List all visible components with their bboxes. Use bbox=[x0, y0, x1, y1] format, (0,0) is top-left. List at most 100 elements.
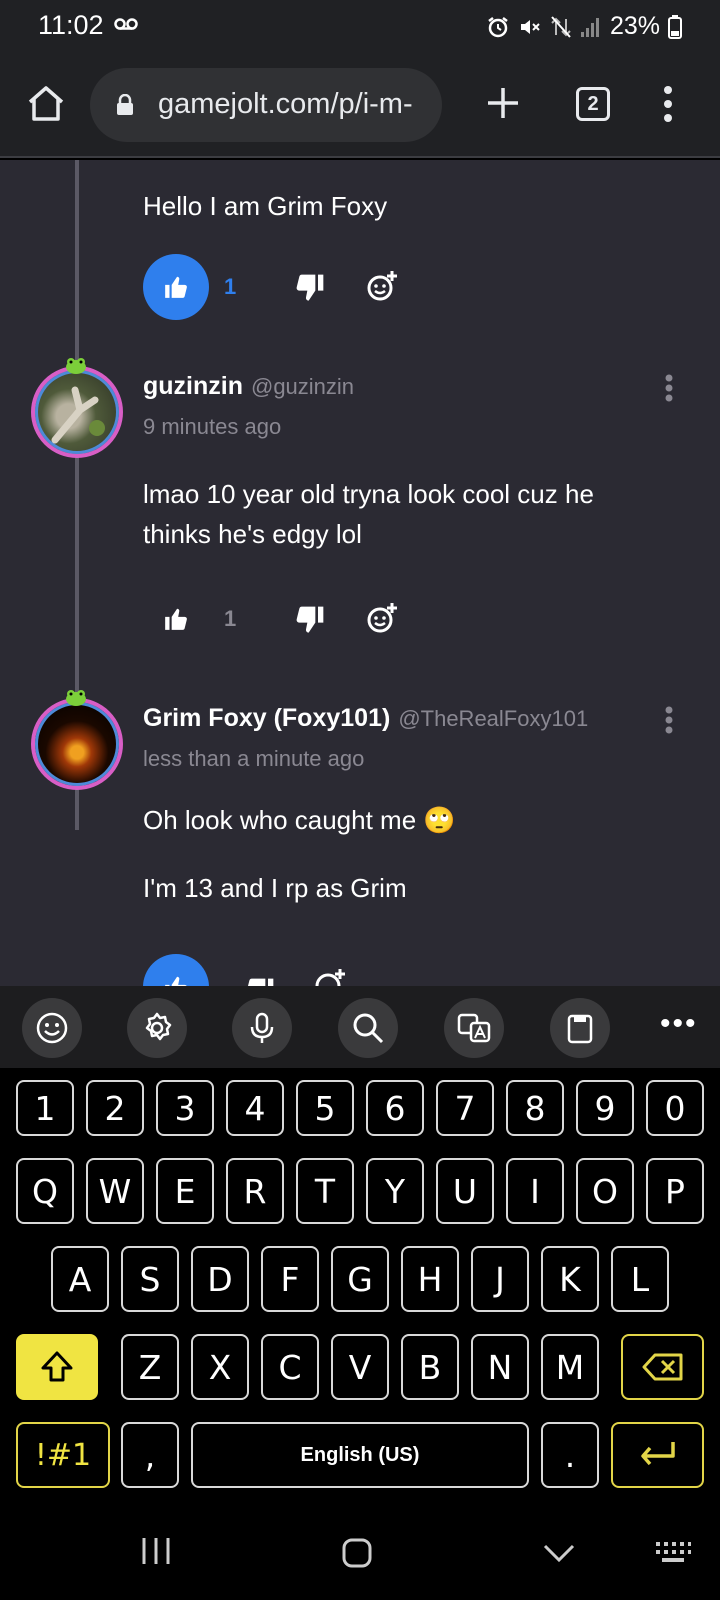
emoji-button[interactable] bbox=[22, 998, 82, 1058]
key-a[interactable]: A bbox=[51, 1246, 109, 1312]
thumbs-down-icon[interactable] bbox=[294, 604, 326, 636]
key-g[interactable]: G bbox=[331, 1246, 389, 1312]
key-s[interactable]: S bbox=[121, 1246, 179, 1312]
comment-paragraph: Oh look who caught me 🙄 bbox=[143, 805, 456, 835]
key-v[interactable]: V bbox=[331, 1334, 389, 1400]
key-7[interactable]: 7 bbox=[436, 1080, 494, 1136]
key-8[interactable]: 8 bbox=[506, 1080, 564, 1136]
comment-thread: Hello I am Grim Foxy 1 guzinzin @guzinzin… bbox=[0, 160, 720, 986]
key-i[interactable]: I bbox=[506, 1158, 564, 1224]
key-5[interactable]: 5 bbox=[296, 1080, 354, 1136]
key-o[interactable]: O bbox=[576, 1158, 634, 1224]
comma-key[interactable]: , bbox=[121, 1422, 179, 1488]
shift-icon bbox=[41, 1351, 73, 1382]
key-p[interactable]: P bbox=[646, 1158, 704, 1224]
keyboard: 1 2 3 4 5 6 7 8 9 0 Q W E R T Y U I O P … bbox=[0, 1068, 720, 1510]
key-t[interactable]: T bbox=[296, 1158, 354, 1224]
frog-icon bbox=[66, 358, 86, 374]
home-icon[interactable] bbox=[24, 82, 68, 126]
clipboard-icon bbox=[567, 1014, 593, 1044]
thumbs-down-icon[interactable] bbox=[244, 976, 276, 986]
add-reaction-icon[interactable] bbox=[366, 602, 398, 634]
new-tab-icon[interactable] bbox=[486, 86, 520, 120]
key-h[interactable]: H bbox=[401, 1246, 459, 1312]
comment-author[interactable]: guzinzin @guzinzin bbox=[143, 372, 354, 401]
voicemail-icon bbox=[114, 18, 138, 30]
comment-text: Hello I am Grim Foxy bbox=[143, 191, 388, 221]
search-button[interactable] bbox=[338, 998, 398, 1058]
key-f[interactable]: F bbox=[261, 1246, 319, 1312]
add-reaction-icon[interactable] bbox=[314, 968, 346, 986]
comment-text: lmao 10 year old tryna look cool cuz he … bbox=[143, 474, 594, 554]
thumbs-down-icon[interactable] bbox=[294, 272, 326, 304]
overflow-menu-icon[interactable] bbox=[660, 84, 676, 124]
like-button[interactable] bbox=[143, 954, 209, 986]
mute-icon bbox=[520, 19, 540, 34]
space-key[interactable]: English (US) bbox=[191, 1422, 529, 1488]
symbols-key[interactable]: !#1 bbox=[16, 1422, 110, 1488]
backspace-key[interactable] bbox=[621, 1334, 704, 1400]
key-u[interactable]: U bbox=[436, 1158, 494, 1224]
key-l[interactable]: L bbox=[611, 1246, 669, 1312]
like-button[interactable] bbox=[143, 586, 209, 652]
recent-apps-icon[interactable] bbox=[140, 1536, 172, 1566]
author-name[interactable]: guzinzin bbox=[143, 372, 243, 400]
author-name[interactable]: Grim Foxy (Foxy101) bbox=[143, 704, 390, 732]
keyboard-switch-icon[interactable] bbox=[654, 1540, 692, 1566]
comment-author[interactable]: Grim Foxy (Foxy101) @TheRealFoxy101 bbox=[143, 704, 588, 733]
key-4[interactable]: 4 bbox=[226, 1080, 284, 1136]
comment-line: thinks he's edgy lol bbox=[143, 519, 362, 549]
like-button[interactable] bbox=[143, 254, 209, 320]
data-off-icon bbox=[551, 15, 571, 38]
key-3[interactable]: 3 bbox=[156, 1080, 214, 1136]
backspace-icon bbox=[642, 1353, 682, 1381]
key-2[interactable]: 2 bbox=[86, 1080, 144, 1136]
shift-key[interactable] bbox=[16, 1334, 98, 1400]
clipboard-button[interactable] bbox=[550, 998, 610, 1058]
add-reaction-icon[interactable] bbox=[366, 270, 398, 302]
key-e[interactable]: E bbox=[156, 1158, 214, 1224]
tab-switcher-button[interactable]: 2 bbox=[576, 87, 610, 121]
key-m[interactable]: M bbox=[541, 1334, 599, 1400]
key-k[interactable]: K bbox=[541, 1246, 599, 1312]
comment-time: less than a minute ago bbox=[143, 746, 365, 771]
settings-icon bbox=[145, 1012, 172, 1041]
comment-options-icon[interactable] bbox=[664, 706, 674, 734]
enter-key[interactable] bbox=[611, 1422, 704, 1488]
key-d[interactable]: D bbox=[191, 1246, 249, 1312]
enter-icon bbox=[640, 1442, 675, 1466]
period-key[interactable]: . bbox=[541, 1422, 599, 1488]
key-9[interactable]: 9 bbox=[576, 1080, 634, 1136]
settings-button[interactable] bbox=[127, 998, 187, 1058]
address-bar[interactable]: gamejolt.com/p/i-m- bbox=[90, 68, 442, 142]
author-handle[interactable]: @guzinzin bbox=[251, 374, 354, 399]
key-x[interactable]: X bbox=[191, 1334, 249, 1400]
avatar-image bbox=[51, 386, 105, 444]
key-1[interactable]: 1 bbox=[16, 1080, 74, 1136]
comment-options-icon[interactable] bbox=[664, 374, 674, 402]
key-6[interactable]: 6 bbox=[366, 1080, 424, 1136]
lock-icon bbox=[117, 94, 133, 115]
key-r[interactable]: R bbox=[226, 1158, 284, 1224]
key-j[interactable]: J bbox=[471, 1246, 529, 1312]
key-c[interactable]: C bbox=[261, 1334, 319, 1400]
key-q[interactable]: Q bbox=[16, 1158, 74, 1224]
voice-input-button[interactable] bbox=[232, 998, 292, 1058]
comment-time: 9 minutes ago bbox=[143, 414, 282, 439]
home-nav-icon[interactable] bbox=[342, 1538, 372, 1568]
avatar[interactable] bbox=[31, 698, 123, 790]
key-0[interactable]: 0 bbox=[646, 1080, 704, 1136]
search-icon bbox=[353, 1013, 384, 1044]
system-navigation-bar bbox=[0, 1510, 720, 1600]
avatar[interactable] bbox=[31, 366, 123, 458]
key-b[interactable]: B bbox=[401, 1334, 459, 1400]
key-w[interactable]: W bbox=[86, 1158, 144, 1224]
author-handle[interactable]: @TheRealFoxy101 bbox=[398, 706, 588, 731]
key-y[interactable]: Y bbox=[366, 1158, 424, 1224]
translate-button[interactable] bbox=[444, 998, 504, 1058]
hide-keyboard-icon[interactable] bbox=[542, 1542, 576, 1564]
thumbs-up-icon bbox=[165, 276, 187, 298]
frog-icon bbox=[66, 690, 86, 706]
key-z[interactable]: Z bbox=[121, 1334, 179, 1400]
key-n[interactable]: N bbox=[471, 1334, 529, 1400]
